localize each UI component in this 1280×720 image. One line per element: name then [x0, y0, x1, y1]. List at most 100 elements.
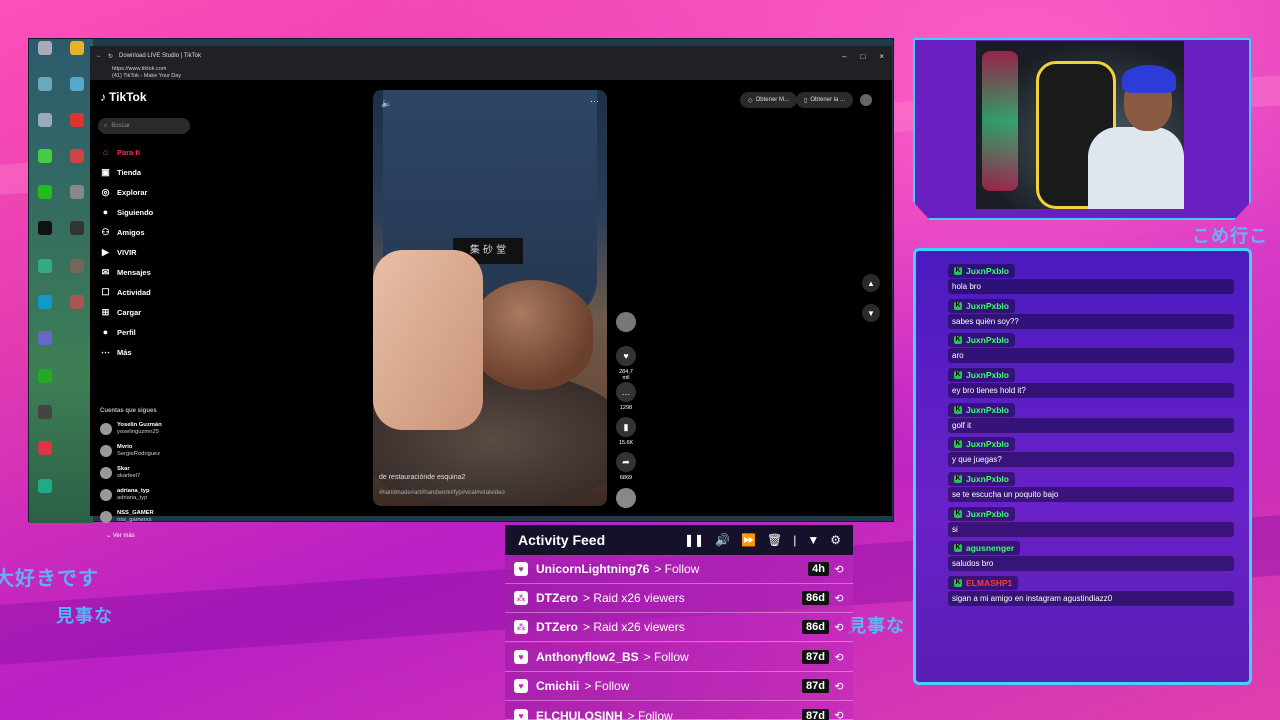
- streamer-hat: [1122, 65, 1176, 93]
- nav-item-vivir[interactable]: ▶ VIVIR: [100, 242, 210, 262]
- creator-avatar-button[interactable]: [615, 312, 637, 332]
- gear-icon[interactable]: ⚙: [830, 533, 841, 547]
- chat-text: sabes quién soy??: [948, 314, 1234, 329]
- chat-message: K JuxnPxblo hola bro: [948, 259, 1234, 294]
- following-account[interactable]: Skar skarleel7: [100, 466, 220, 480]
- see-more-link[interactable]: ⌄ Ver más: [106, 532, 135, 539]
- feed-time: 4h: [808, 562, 829, 576]
- desktop-icon[interactable]: [30, 295, 60, 311]
- trash-icon[interactable]: 🗑: [767, 533, 782, 547]
- replay-icon[interactable]: ⟲: [829, 592, 849, 605]
- badge-icon: K: [954, 579, 962, 587]
- skip-icon[interactable]: ⏩: [741, 533, 756, 547]
- following-account[interactable]: adriana_typ adriana_typ: [100, 488, 220, 502]
- feed-row: ⁂ DTZero > Raid x26 viewers 86d ⟲: [505, 584, 853, 613]
- nav-item-amigos[interactable]: ⚇ Amigos: [100, 222, 210, 242]
- back-icon[interactable]: ←: [96, 53, 102, 59]
- desktop-icon[interactable]: [30, 441, 60, 457]
- badge-icon: K: [954, 336, 962, 344]
- previous-video-button[interactable]: ▲: [862, 274, 880, 292]
- comment-button[interactable]: … 1298: [615, 382, 637, 411]
- chevron-down-icon: ▼: [867, 308, 875, 318]
- logo-text: TikTok: [109, 90, 147, 104]
- nav-item-actividad[interactable]: ☐ Actividad: [100, 282, 210, 302]
- replay-icon[interactable]: ⟲: [829, 621, 849, 634]
- nav-label: Mensajes: [117, 267, 151, 277]
- feed-row: ♥ UnicornLightning76 > Follow 4h ⟲: [505, 555, 853, 584]
- desktop-icon[interactable]: [62, 185, 92, 201]
- chat-text: si: [948, 522, 1234, 537]
- nav-item-para-ti[interactable]: ⌂ Para ti: [100, 142, 210, 162]
- profile-avatar[interactable]: [860, 94, 872, 106]
- tab-title[interactable]: Download LIVE Studio | TikTok: [119, 53, 201, 59]
- following-account[interactable]: Yoselin Guzmán yoselinguzmn25: [100, 422, 220, 436]
- desktop-icon[interactable]: [30, 149, 60, 165]
- desktop-icon[interactable]: [62, 113, 92, 129]
- desktop-icon[interactable]: [30, 479, 60, 495]
- search-icon: ⌕: [104, 122, 108, 129]
- nav-item-siguiendo[interactable]: ● Siguiendo: [100, 202, 210, 222]
- nav-item-cargar[interactable]: ⊞ Cargar: [100, 302, 210, 322]
- chat-username: JuxnPxblo: [966, 370, 1009, 380]
- filter-icon[interactable]: ▼: [807, 533, 819, 547]
- replay-icon[interactable]: ⟲: [829, 680, 849, 693]
- desktop-icon[interactable]: [62, 77, 92, 93]
- browser-title-bar: ← ↻ Download LIVE Studio | TikTok – □ ×: [90, 46, 892, 66]
- following-account[interactable]: Mvrio SergieRodriguez: [100, 444, 220, 458]
- avatar: [100, 423, 112, 435]
- browser-window: ← ↻ Download LIVE Studio | TikTok – □ × …: [90, 46, 892, 539]
- desktop-icon[interactable]: [30, 41, 60, 57]
- reload-icon[interactable]: ↻: [108, 53, 113, 60]
- chat-message: K JuxnPxblo ey bro tienes hold it?: [948, 363, 1234, 398]
- next-video-button[interactable]: ▼: [862, 304, 880, 322]
- search-input[interactable]: ⌕ Buscar: [98, 118, 190, 134]
- chat-text: sigan a mi amigo en instagram agustindia…: [948, 591, 1234, 606]
- get-app-button[interactable]: ◇ Obtener M...: [740, 92, 797, 108]
- address-bar[interactable]: https://www.tiktok.com (41) TikTok - Mak…: [90, 66, 892, 80]
- compass-icon: ◎: [101, 186, 110, 197]
- minimize-icon[interactable]: –: [842, 52, 846, 61]
- close-icon[interactable]: ×: [879, 52, 884, 61]
- like-button[interactable]: ♥ 284,7 mil: [615, 346, 637, 381]
- nav-label: Tienda: [117, 167, 142, 177]
- chat-username: agusnenger: [966, 543, 1015, 553]
- desktop-icon[interactable]: [30, 369, 60, 385]
- volume-icon[interactable]: 🔊: [715, 533, 730, 547]
- desktop-icon[interactable]: [30, 77, 60, 93]
- desktop-icon[interactable]: [30, 331, 60, 347]
- sound-button[interactable]: [615, 488, 637, 508]
- share-button[interactable]: ➦ 6869: [615, 452, 637, 481]
- chat-message: K JuxnPxblo se te escucha un poquito bajo: [948, 467, 1234, 502]
- nav-label: Perfil: [117, 327, 136, 337]
- video-hashtags[interactable]: #handmade#art#handwork#fyp#viral#viralvi…: [379, 490, 505, 496]
- desktop-icon[interactable]: [30, 185, 60, 201]
- replay-icon[interactable]: ⟲: [829, 651, 849, 664]
- desktop-icon[interactable]: [30, 405, 60, 421]
- replay-icon[interactable]: ⟲: [829, 709, 849, 720]
- video-player[interactable]: 集 砂 堂 🔈 ⋯ de restauraciónde esquina2 #ha…: [373, 90, 607, 506]
- desktop-icon[interactable]: [30, 259, 60, 275]
- desktop-icon[interactable]: [62, 149, 92, 165]
- following-account[interactable]: NSS_GAMER nss_gamerxx: [100, 510, 220, 524]
- chat-message: K JuxnPxblo aro: [948, 328, 1234, 363]
- tiktok-logo[interactable]: ♪ TikTok: [100, 90, 147, 104]
- nav-item-explorar[interactable]: ◎ Explorar: [100, 182, 210, 202]
- badge-icon: K: [954, 440, 962, 448]
- nav-item-tienda[interactable]: ▣ Tienda: [100, 162, 210, 182]
- get-desktop-button[interactable]: ▯ Obtener la ...: [796, 92, 853, 108]
- desktop-icon[interactable]: [30, 113, 60, 129]
- desktop-icon[interactable]: [30, 221, 60, 237]
- more-options-icon[interactable]: ⋯: [590, 96, 599, 107]
- nav-item-mensajes[interactable]: ✉ Mensajes: [100, 262, 210, 282]
- pause-icon[interactable]: ❚❚: [684, 533, 704, 547]
- desktop-icon[interactable]: [62, 41, 92, 57]
- replay-icon[interactable]: ⟲: [829, 563, 849, 576]
- maximize-icon[interactable]: □: [860, 52, 865, 61]
- desktop-icon[interactable]: [62, 295, 92, 311]
- volume-icon[interactable]: 🔈: [381, 98, 392, 109]
- save-button[interactable]: ▮ 15.6K: [615, 417, 637, 446]
- nav-item-mas[interactable]: ⋯ Más: [100, 342, 210, 362]
- desktop-icon[interactable]: [62, 221, 92, 237]
- nav-item-perfil[interactable]: ● Perfil: [100, 322, 210, 342]
- desktop-icon[interactable]: [62, 259, 92, 275]
